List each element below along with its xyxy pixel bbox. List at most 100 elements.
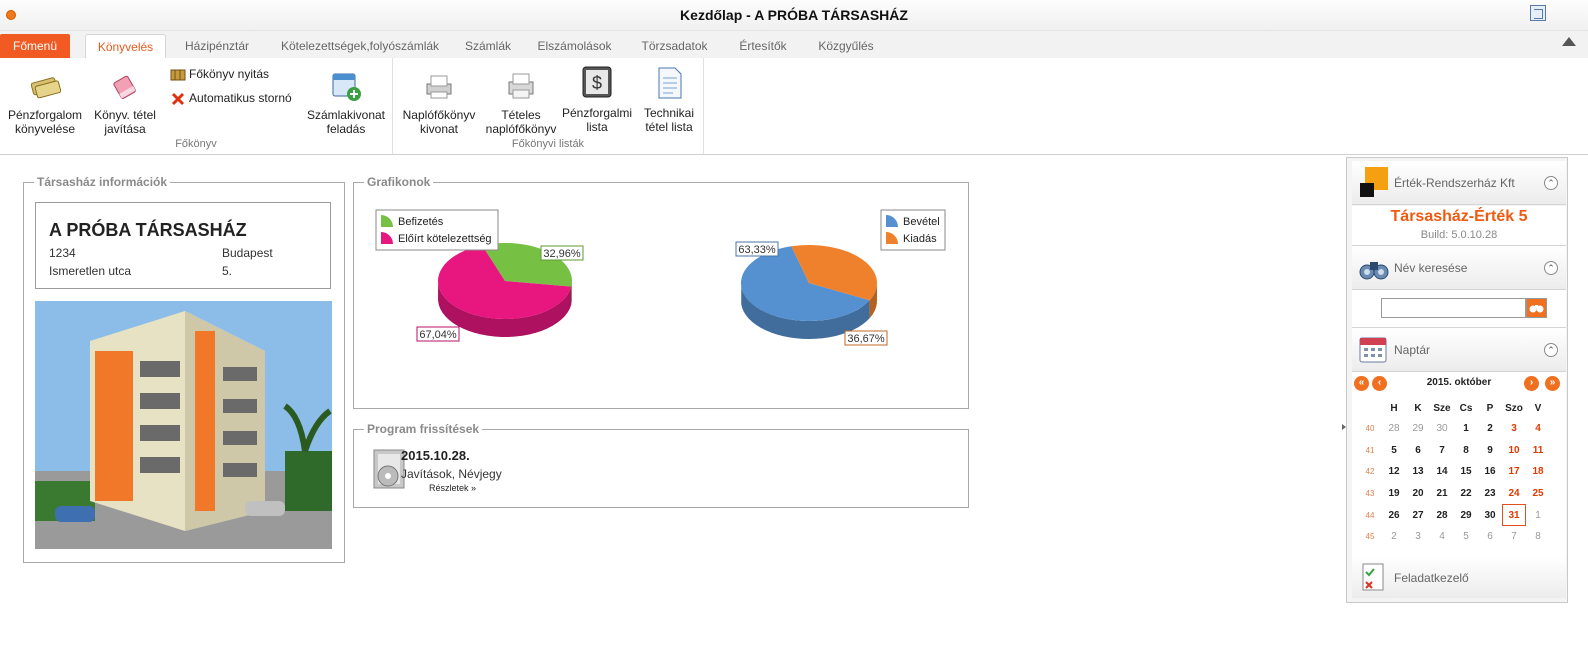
data-label: 67,04% [419,329,457,341]
calendar-day[interactable]: 4 [1526,418,1550,440]
calendar-day[interactable]: 6 [1478,526,1502,548]
house-name: A PRÓBA TÁRSASHÁZ [49,220,247,240]
calendar-day[interactable]: 28 [1382,418,1406,440]
tab-kozgyules[interactable]: Közgyűlés [808,34,884,58]
search-button[interactable] [1526,298,1547,318]
konyv-tetel-javitasa-button[interactable]: Könyv. tétel javítása [88,70,162,136]
calendar-day[interactable]: 15 [1454,461,1478,483]
weekday-header: V [1534,402,1542,414]
calendar-day[interactable]: 31 [1502,504,1526,526]
calendar-day[interactable]: 30 [1430,418,1454,440]
calendar-day[interactable]: 22 [1454,483,1478,505]
week-col-header [1358,398,1382,418]
calendar-day[interactable]: 27 [1406,504,1430,526]
calendar-day[interactable]: 17 [1502,461,1526,483]
calendar-day[interactable]: 30 [1478,504,1502,526]
calendar-day[interactable]: 8 [1454,440,1478,462]
prev-year-icon[interactable]: « [1354,376,1369,391]
technikai-tetel-lista-button[interactable]: Technikai tétel lista [633,66,705,134]
task-manager-title: Feladatkezelő [1394,571,1469,585]
calendar-day[interactable]: 3 [1502,418,1526,440]
calendar-day[interactable]: 20 [1406,483,1430,505]
calendar-day[interactable]: 7 [1430,440,1454,462]
update-text: Javítások, Névjegy [401,467,502,481]
calendar-day[interactable]: 11 [1526,440,1550,462]
calendar-day[interactable]: 3 [1406,526,1430,548]
calendar-day[interactable]: 1 [1454,418,1478,440]
tab-hazipenztar[interactable]: Házipénztár [176,34,258,58]
calendar-day[interactable]: 21 [1430,483,1454,505]
name-search-title: Név keresése [1394,261,1468,275]
weekday-header: P [1486,402,1494,414]
tab-ertesitok[interactable]: Értesítők [730,34,796,58]
calendar-day[interactable]: 6 [1406,440,1430,462]
house-street: Ismeretlen utca [49,264,132,278]
calendar-day[interactable]: 26 [1382,504,1406,526]
szamlakivonat-feladas-button[interactable]: Számlakivonat feladás [302,70,390,136]
legend-label: Bevétel [903,216,940,228]
tab-elszamolasok[interactable]: Elszámolások [532,34,617,58]
calendar-day[interactable]: 16 [1478,461,1502,483]
calendar-day[interactable]: 12 [1382,461,1406,483]
calendar-day[interactable]: 2 [1382,526,1406,548]
calendar-day[interactable]: 8 [1526,526,1550,548]
ribbon-group-fokonyvi-listak: Naplófőkönyv kivonat Tételes naplófőköny… [393,58,704,154]
calendar-day[interactable]: 25 [1526,483,1550,505]
tab-szamlak[interactable]: Számlák [458,34,518,58]
calendar-day[interactable]: 2 [1478,418,1502,440]
tab-torzsadatok[interactable]: Törzsadatok [632,34,717,58]
data-label: 36,67% [847,333,885,345]
teteles-naplofokonyv-button[interactable]: Tételes naplófőkönyv [481,70,561,136]
calendar-day[interactable]: 29 [1454,504,1478,526]
company-name: Érték-Rendszerház Kft [1394,176,1515,190]
data-label: 63,33% [738,244,776,256]
next-year-icon[interactable]: » [1545,376,1560,391]
collapse-icon[interactable]: ⌃ [1544,343,1558,357]
ribbon: Pénzforgalom könyvelése Könyv. tétel jav… [0,58,1588,155]
fokonyv-nyitas-button[interactable]: Főkönyv nyitás [170,67,269,82]
update-details-link[interactable]: Részletek » [429,483,476,493]
calendar-month: 2015. október [1426,377,1492,388]
calendar-day[interactable]: 7 [1502,526,1526,548]
penzforgalmi-lista-button[interactable]: $ Pénzforgalmi lista [561,66,633,134]
ribbon-group-label-listak: Főkönyvi listák [511,138,585,150]
calendar-day[interactable]: 18 [1526,461,1550,483]
calendar-day[interactable]: 24 [1502,483,1526,505]
collapse-icon[interactable]: ⌃ [1544,261,1558,275]
calendar-day[interactable]: 5 [1382,440,1406,462]
exit-icon[interactable] [1530,5,1546,21]
calendar-day[interactable]: 1 [1526,504,1550,526]
calendar-day[interactable]: 10 [1502,440,1526,462]
next-month-icon[interactable]: › [1524,376,1539,391]
calendar-day[interactable]: 14 [1430,461,1454,483]
calendar-day[interactable]: 5 [1454,526,1478,548]
ribbon-collapse-icon[interactable] [1562,37,1576,46]
calendar-day[interactable]: 29 [1406,418,1430,440]
name-search-input[interactable] [1381,298,1526,318]
automatikus-storno-button[interactable]: Automatikus stornó [170,91,292,106]
building-image [35,301,332,549]
legend-label: Előírt kötelezettség [398,233,492,245]
calendar-day[interactable]: 28 [1430,504,1454,526]
calendar-header: Naptár ⌃ [1352,328,1566,372]
ribbon-group-label-fokonyv: Főkönyv [175,138,217,150]
calendar-day[interactable]: 23 [1478,483,1502,505]
penzforgalom-konyvelese-button[interactable]: Pénzforgalom könyvelése [4,70,86,136]
charts-panel: Grafikonok 32,96% 67,04% Befizetés Előírt k… [353,175,969,409]
task-manager-header[interactable]: Feladatkezelő [1352,556,1566,598]
calendar-day[interactable]: 4 [1430,526,1454,548]
tab-konyveles[interactable]: Könyvelés [85,34,166,58]
calendar-day[interactable]: 9 [1478,440,1502,462]
cross-icon [170,92,186,106]
tab-fomenu[interactable]: Főmenü [0,34,70,58]
title-bar: Kezdőlap - A PRÓBA TÁRSASHÁZ [0,0,1588,31]
calendar-day[interactable]: 19 [1382,483,1406,505]
calendar-day[interactable]: 13 [1406,461,1430,483]
ribbon-tabs: Főmenü Könyvelés Házipénztár Kötelezetts… [0,31,1588,58]
collapse-icon[interactable]: ⌃ [1544,176,1558,190]
naplofokonyv-kivonat-button[interactable]: Naplófőkönyv kivonat [397,70,481,136]
name-search-area [1352,290,1566,328]
prev-month-icon[interactable]: ‹ [1372,376,1387,391]
house-number: 5. [222,264,233,278]
tab-kotelezettsegek[interactable]: Kötelezettségek,folyószámlák [270,34,450,58]
